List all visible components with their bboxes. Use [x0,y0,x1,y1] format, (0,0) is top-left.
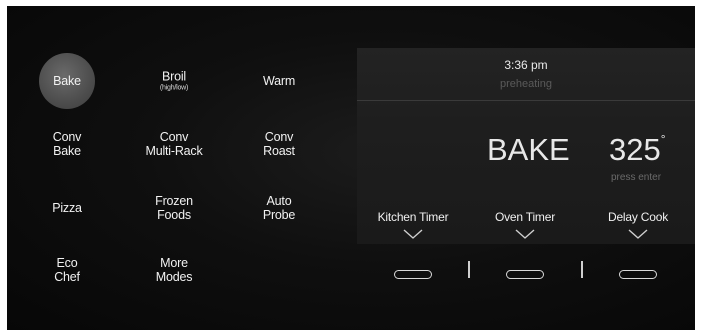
mode-bake-button[interactable]: Bake [39,53,95,109]
mode-conv-bake-button[interactable]: Conv Bake [52,130,82,158]
mode-conv-multirack-line2: Multi-Rack [145,144,203,158]
mode-more-modes-line2: Modes [155,270,193,284]
press-enter-hint: press enter [611,172,662,183]
kitchen-timer-pill-button[interactable] [394,270,432,279]
mode-conv-roast-line1: Conv [264,130,294,144]
mode-frozen-foods-line1: Frozen [155,194,193,208]
mode-conv-multirack-button[interactable]: Conv Multi-Rack [145,130,202,158]
oven-control-panel: Bake Broil (high/low) Warm Conv Bake Con… [7,6,695,330]
mode-auto-probe-line1: Auto [266,194,292,208]
mode-eco-chef-button[interactable]: Eco Chef [54,256,80,284]
separator [581,261,583,278]
mode-broil-label: Broil [161,69,187,84]
mode-conv-bake-line1: Conv [52,130,82,144]
oven-timer-pill-button[interactable] [506,270,544,279]
display-divider [357,100,695,101]
current-mode: BAKE [487,132,570,167]
separator [468,261,470,278]
mode-frozen-foods-button[interactable]: Frozen Foods [155,194,193,222]
mode-broil-sublabel: (high/low) [159,84,189,92]
mode-conv-multirack-line1: Conv [159,130,189,144]
mode-auto-probe-line2: Probe [262,208,296,222]
mode-warm-label: Warm [262,74,296,88]
delay-cook-pill-button[interactable] [619,270,657,279]
kitchen-timer-button[interactable]: Kitchen Timer [378,210,449,224]
oven-status: preheating [500,78,552,90]
mode-conv-roast-line2: Roast [263,144,295,158]
chevron-down-icon[interactable] [627,228,649,240]
temperature-value: 325 [609,132,661,167]
clock-time: 3:36 pm [504,58,548,72]
status-display: 3:36 pm preheating BAKE 325° press enter… [357,48,695,244]
mode-more-modes-line1: More [160,256,188,270]
oven-timer-button[interactable]: Oven Timer [495,210,555,224]
mode-bake-label: Bake [53,74,81,88]
mode-pizza-button[interactable]: Pizza [52,201,82,215]
degree-symbol: ° [660,131,666,146]
set-temperature[interactable]: 325° [609,132,666,168]
mode-conv-bake-line2: Bake [53,144,81,158]
mode-auto-probe-button[interactable]: Auto Probe [262,194,296,222]
mode-pizza-label: Pizza [52,201,82,215]
mode-more-modes-button[interactable]: More Modes [156,256,193,284]
mode-frozen-foods-line2: Foods [157,208,191,222]
mode-eco-chef-line2: Chef [54,270,80,284]
mode-conv-roast-button[interactable]: Conv Roast [263,130,295,158]
mode-broil-button[interactable]: Broil (high/low) [159,69,189,93]
chevron-down-icon[interactable] [514,228,536,240]
mode-warm-button[interactable]: Warm [263,74,295,88]
chevron-down-icon[interactable] [402,228,424,240]
mode-eco-chef-line1: Eco [56,256,78,270]
delay-cook-button[interactable]: Delay Cook [608,210,668,224]
